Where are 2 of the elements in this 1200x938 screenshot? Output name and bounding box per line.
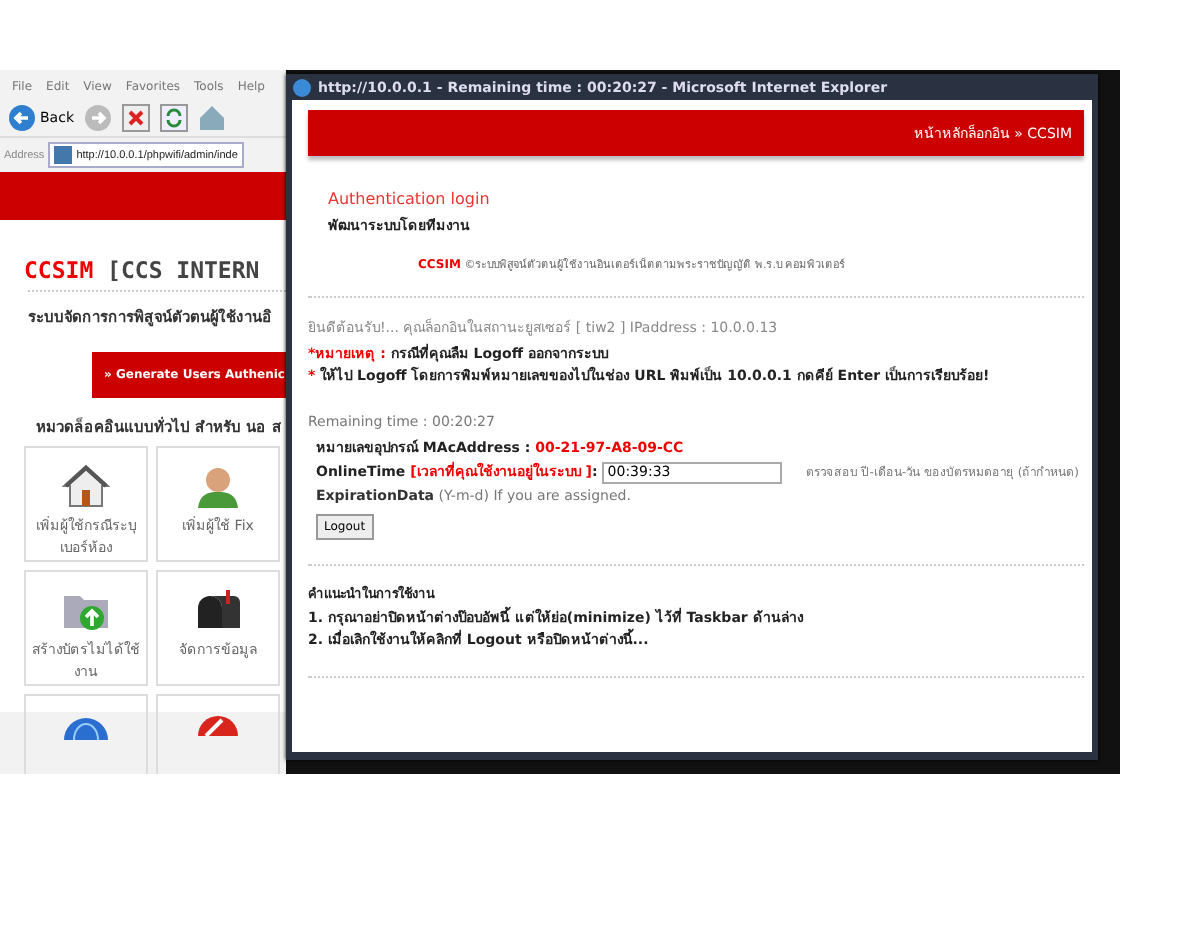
site-title: CCSIM [CCS INTERN xyxy=(22,254,262,284)
page-heading: Authentication login xyxy=(328,190,492,208)
